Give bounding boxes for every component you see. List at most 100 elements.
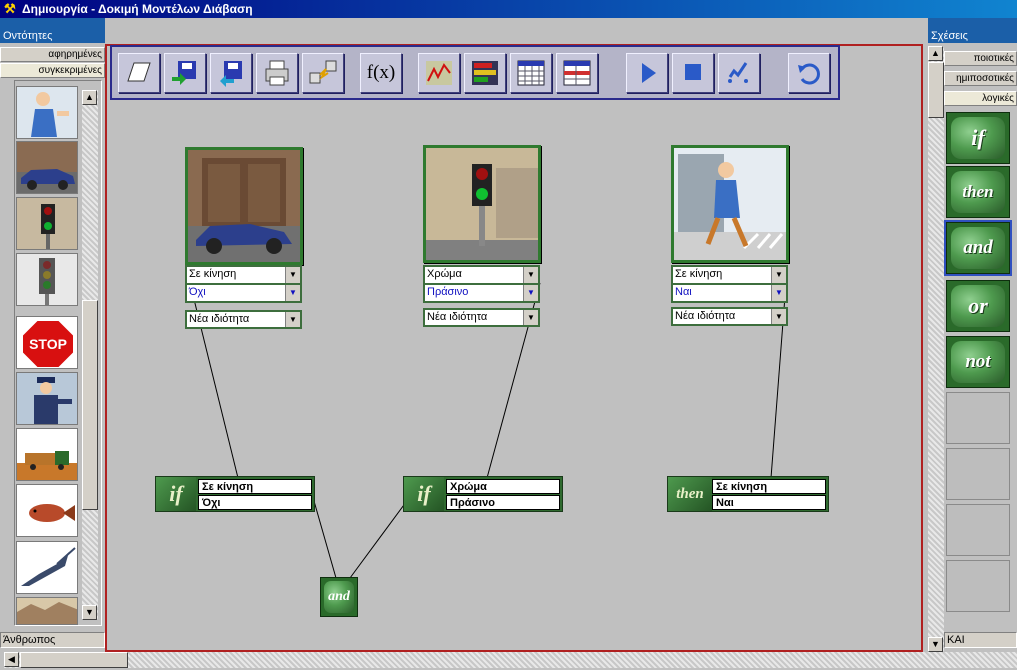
logic-or-label: or — [951, 285, 1005, 327]
entity-traffic-light[interactable] — [423, 145, 541, 263]
entity-pedestrian-property: Σε κίνηση ▼ Ναι ▼ — [671, 265, 788, 303]
logic-empty-slot — [946, 448, 1010, 500]
new-property-select[interactable]: Νέα ιδιότητα ▼ — [423, 308, 540, 327]
entity-light-property: Χρώμα ▼ Πράσινο ▼ — [423, 265, 540, 303]
open-button[interactable] — [164, 53, 206, 93]
chevron-down-icon[interactable]: ▼ — [523, 267, 538, 283]
chevron-down-icon[interactable]: ▼ — [771, 285, 786, 301]
undo-button[interactable] — [788, 53, 830, 93]
play-icon — [642, 63, 656, 83]
relations-scroll-down-button[interactable]: ▼ — [928, 637, 943, 652]
pedestrian-image — [674, 148, 786, 260]
tab-logical[interactable]: λογικές — [944, 91, 1017, 106]
save-button[interactable] — [210, 53, 252, 93]
then-keyword: then — [668, 477, 712, 511]
entity-car[interactable] — [185, 147, 303, 265]
logic-or[interactable]: or — [946, 280, 1010, 332]
property-name-select[interactable]: Σε κίνηση ▼ — [187, 267, 300, 283]
property-name: Σε κίνηση — [189, 268, 237, 280]
traffic-light-image — [426, 148, 538, 260]
logic-and-label: and — [951, 227, 1005, 269]
connect-icon — [309, 60, 337, 84]
rule-action-value: Ναι — [712, 495, 826, 510]
sheet-icon — [563, 60, 591, 86]
sheet-button[interactable] — [556, 53, 598, 93]
property-value: Πράσινο — [427, 286, 469, 298]
print-icon — [265, 60, 289, 86]
and-node[interactable]: and — [320, 577, 358, 617]
property-name-select[interactable]: Χρώμα ▼ — [425, 267, 538, 283]
rule-condition-value: Όχι — [198, 495, 312, 510]
tab-semi-quantitative[interactable]: ημιποσοτικές — [944, 71, 1017, 86]
relations-scroll-up-button[interactable]: ▲ — [928, 46, 943, 61]
undo-icon — [798, 63, 820, 85]
if-keyword: if — [156, 477, 196, 511]
logic-empty-slot — [946, 392, 1010, 444]
connect-button[interactable] — [302, 53, 344, 93]
right-header-bg — [928, 18, 1017, 29]
function-button[interactable]: f(x) — [360, 53, 402, 93]
chevron-down-icon[interactable]: ▼ — [523, 310, 538, 325]
new-property-label: Νέα ιδιότητα — [675, 310, 736, 322]
and-node-label: and — [324, 581, 354, 613]
rule-condition-value: Πράσινο — [446, 495, 560, 510]
tab-qualitative[interactable]: ποιοτικές — [944, 51, 1017, 66]
logic-not-label: not — [951, 341, 1005, 383]
entity-car-property: Σε κίνηση ▼ Όχι ▼ — [185, 265, 302, 303]
property-name: Σε κίνηση — [675, 268, 723, 280]
logic-not[interactable]: not — [946, 336, 1010, 388]
chevron-down-icon[interactable]: ▼ — [771, 267, 786, 283]
new-property-select[interactable]: Νέα ιδιότητα ▼ — [185, 310, 302, 329]
chevron-down-icon[interactable]: ▼ — [285, 312, 300, 327]
logic-and[interactable]: and — [944, 220, 1012, 276]
tab-semi-quantitative-label: ημιποσοτικές — [956, 73, 1014, 84]
property-value-select[interactable]: Ναι ▼ — [673, 285, 786, 301]
chevron-down-icon[interactable]: ▼ — [523, 285, 538, 301]
new-property-label: Νέα ιδιότητα — [189, 313, 250, 325]
logic-empty-slot — [946, 504, 1010, 556]
chevron-down-icon[interactable]: ▼ — [285, 267, 300, 283]
property-name-select[interactable]: Σε κίνηση ▼ — [673, 267, 786, 283]
relation-status-text: ΚΑΙ — [947, 634, 965, 646]
logic-then-label: then — [951, 171, 1005, 213]
relations-scrollbar[interactable]: ▲ ▼ — [928, 46, 944, 652]
stop-button[interactable] — [672, 53, 714, 93]
rule-condition-property: Σε κίνηση — [198, 479, 312, 494]
bar-chart-icon — [472, 61, 498, 85]
car-image — [188, 150, 300, 262]
property-name: Χρώμα — [427, 268, 462, 280]
logic-if-label: if — [951, 117, 1005, 159]
print-button[interactable] — [256, 53, 298, 93]
bar-chart-button[interactable] — [464, 53, 506, 93]
chevron-down-icon[interactable]: ▼ — [285, 285, 300, 301]
property-value-select[interactable]: Όχι ▼ — [187, 285, 300, 301]
if-keyword: if — [404, 477, 444, 511]
check-button[interactable] — [718, 53, 760, 93]
check-icon — [728, 62, 748, 83]
relations-scroll-thumb[interactable] — [928, 62, 944, 118]
main-toolbar: f(x) — [110, 45, 840, 100]
rule-action-property: Σε κίνηση — [712, 479, 826, 494]
new-property-select[interactable]: Νέα ιδιότητα ▼ — [671, 307, 788, 326]
chevron-down-icon[interactable]: ▼ — [771, 309, 786, 324]
stop-icon — [685, 64, 701, 80]
rule-then-pedestrian[interactable]: then Σε κίνηση Ναι — [667, 476, 829, 512]
property-value: Ναι — [675, 286, 692, 298]
table-icon — [517, 60, 545, 86]
entity-pedestrian[interactable] — [671, 145, 789, 263]
function-icon: f(x) — [366, 62, 396, 83]
graph-button[interactable] — [418, 53, 460, 93]
play-button[interactable] — [626, 53, 668, 93]
rule-if-light[interactable]: if Χρώμα Πράσινο — [403, 476, 563, 512]
logic-then[interactable]: then — [946, 166, 1010, 218]
open-icon — [172, 61, 196, 85]
rule-if-car[interactable]: if Σε κίνηση Όχι — [155, 476, 315, 512]
property-value-select[interactable]: Πράσινο ▼ — [425, 285, 538, 301]
relations-panel-header: Σχέσεις — [928, 29, 1017, 43]
logic-empty-slot — [946, 560, 1010, 612]
table-button[interactable] — [510, 53, 552, 93]
connection-lines — [189, 282, 787, 579]
logic-if[interactable]: if — [946, 112, 1010, 164]
save-icon — [220, 61, 242, 87]
new-button[interactable] — [118, 53, 160, 93]
